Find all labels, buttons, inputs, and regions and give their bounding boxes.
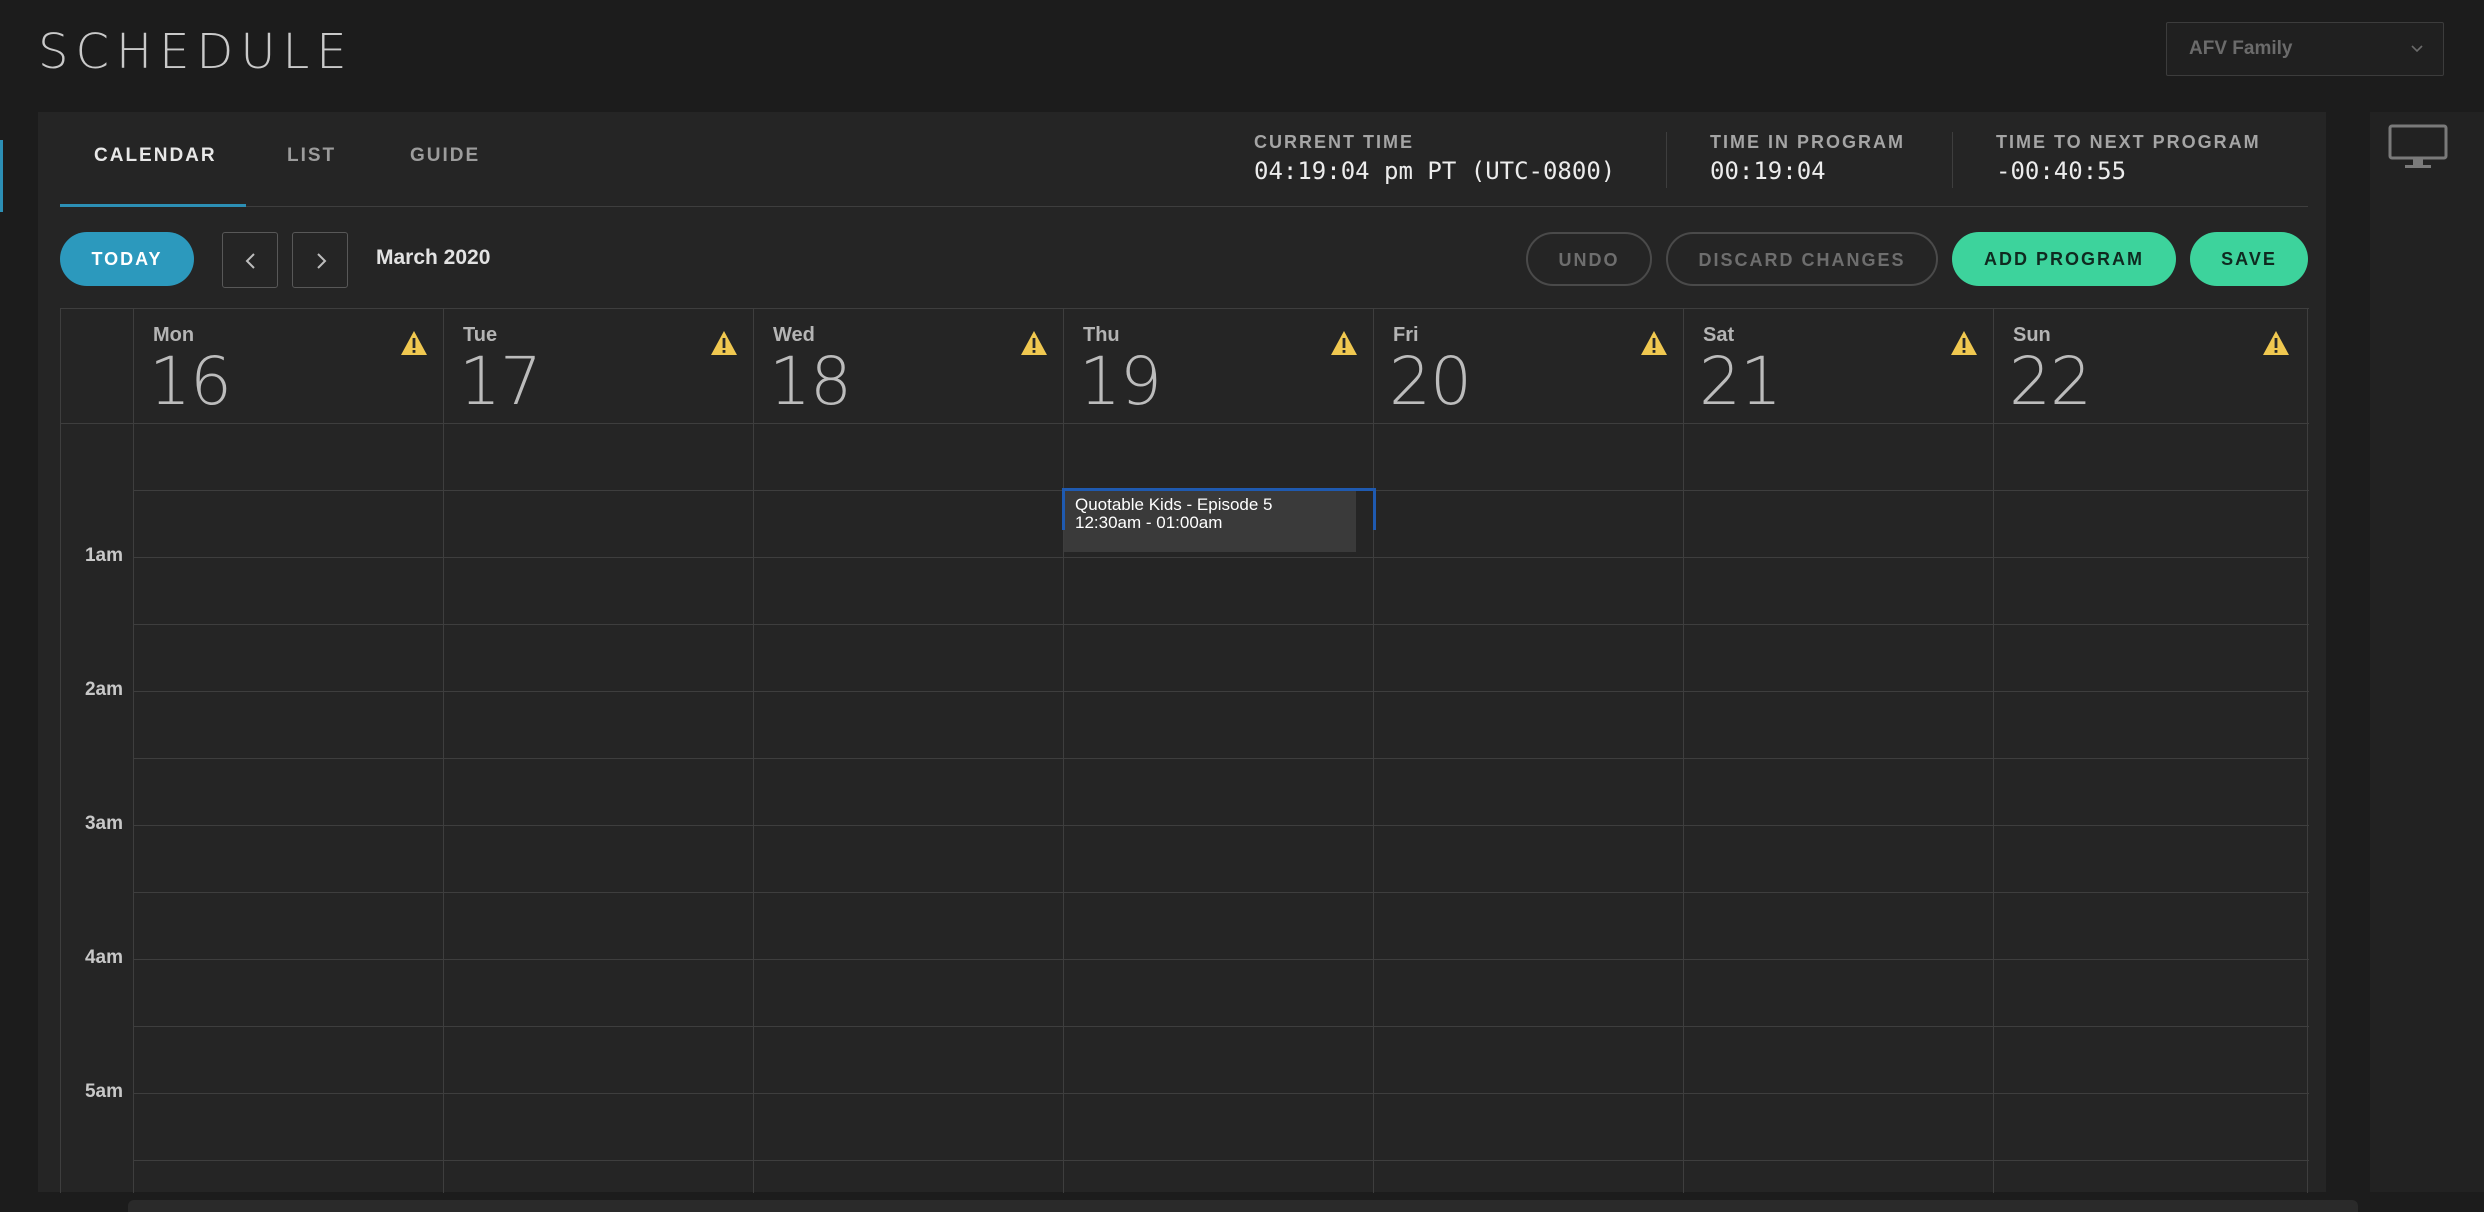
grid-line [2307, 309, 2308, 1193]
chevron-down-icon [2411, 45, 2423, 53]
day-header-sat[interactable]: Sat 21 [1683, 309, 1993, 423]
warning-icon[interactable] [1949, 329, 1979, 357]
day-header-thu[interactable]: Thu 19 [1063, 309, 1373, 423]
day-number: 22 [2009, 343, 2092, 420]
warning-icon[interactable] [709, 329, 739, 357]
prev-week-button[interactable] [222, 232, 278, 288]
day-number: 19 [1079, 343, 1162, 420]
time-to-next-label: TIME TO NEXT PROGRAM [1996, 132, 2261, 152]
hour-label: 2am [84, 679, 123, 700]
left-accent-bar [0, 140, 3, 212]
chevron-right-icon [317, 253, 327, 269]
hour-label: 1am [84, 545, 123, 566]
grid-line [133, 309, 134, 1193]
day-number: 16 [149, 343, 232, 420]
header-divider [61, 423, 2309, 424]
warning-icon[interactable] [2261, 329, 2291, 357]
monitor-icon[interactable] [2388, 124, 2448, 172]
event-selection-outline [1373, 488, 1376, 530]
grid-line [1683, 309, 1684, 1193]
page-title: SCHEDULE [38, 24, 354, 80]
channel-select-value: AFV Family [2189, 38, 2293, 59]
grid-line [133, 892, 2309, 893]
chevron-left-icon [245, 253, 255, 269]
today-button[interactable]: TODAY [60, 232, 194, 286]
grid-line [133, 1026, 2309, 1027]
next-week-button[interactable] [292, 232, 348, 288]
day-header-sun[interactable]: Sun 22 [1993, 309, 2307, 423]
month-label: March 2020 [376, 246, 491, 269]
info-divider [1952, 132, 1953, 188]
undo-button[interactable]: UNDO [1526, 232, 1652, 286]
warning-icon[interactable] [1639, 329, 1669, 357]
grid-line [1373, 309, 1374, 1193]
side-panel [2370, 112, 2484, 1192]
save-button[interactable]: SAVE [2190, 232, 2308, 286]
hour-label: 3am [84, 813, 123, 834]
hour-label: 4am [84, 947, 123, 968]
day-number: 17 [459, 343, 542, 420]
tab-list[interactable]: LIST [287, 145, 336, 167]
grid-line [133, 557, 2309, 558]
day-header-fri[interactable]: Fri 20 [1373, 309, 1683, 423]
event-time: 12:30am - 01:00am [1075, 513, 1223, 532]
add-program-button[interactable]: ADD PROGRAM [1952, 232, 2176, 286]
grid-line [133, 624, 2309, 625]
grid-line [133, 959, 2309, 960]
time-in-program-label: TIME IN PROGRAM [1710, 132, 1905, 152]
grid-line [1063, 309, 1064, 1193]
tabs-divider [60, 206, 2308, 207]
time-in-program-value: 00:19:04 [1710, 157, 1826, 185]
grid-line [753, 309, 754, 1193]
day-number: 21 [1699, 343, 1782, 420]
time-to-next-value: -00:40:55 [1996, 157, 2127, 185]
grid-line [133, 1093, 2309, 1094]
warning-icon[interactable] [399, 329, 429, 357]
warning-icon[interactable] [1019, 329, 1049, 357]
day-header-tue[interactable]: Tue 17 [443, 309, 753, 423]
current-time-value: 04:19:04 pm PT (UTC-0800) [1254, 157, 1616, 185]
event-title: Quotable Kids - Episode 5 [1075, 495, 1273, 514]
grid-line [133, 1160, 2309, 1161]
day-number: 18 [769, 343, 852, 420]
grid-line [133, 825, 2309, 826]
active-tab-indicator [60, 204, 246, 207]
grid-line [443, 309, 444, 1193]
discard-changes-button[interactable]: DISCARD CHANGES [1666, 232, 1938, 286]
current-time-label: CURRENT TIME [1254, 132, 1414, 152]
day-header-wed[interactable]: Wed 18 [753, 309, 1063, 423]
day-number: 20 [1389, 343, 1472, 420]
calendar-grid: 1am 2am 3am 4am 5am Mon 16 Tue 17 Wed 18… [60, 308, 2309, 1193]
hour-label: 5am [84, 1081, 123, 1102]
info-divider [1666, 132, 1667, 188]
horizontal-scrollbar[interactable] [128, 1200, 2358, 1212]
grid-line [1993, 309, 1994, 1193]
day-header-mon[interactable]: Mon 16 [133, 309, 443, 423]
tab-guide[interactable]: GUIDE [410, 145, 480, 167]
warning-icon[interactable] [1329, 329, 1359, 357]
grid-line [133, 758, 2309, 759]
grid-line [133, 691, 2309, 692]
channel-select[interactable]: AFV Family [2166, 22, 2444, 76]
tab-calendar[interactable]: CALENDAR [94, 145, 217, 167]
